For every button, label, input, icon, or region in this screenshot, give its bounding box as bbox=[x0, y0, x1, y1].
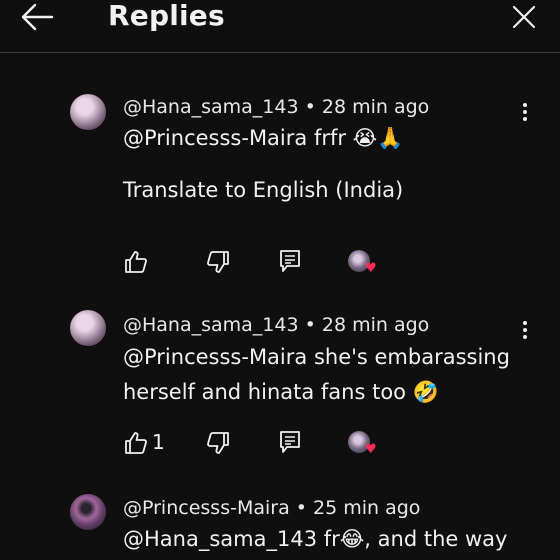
translate-link[interactable]: Translate to English (India) bbox=[123, 172, 403, 208]
heart-icon: ♥ bbox=[365, 261, 377, 276]
like-icon[interactable] bbox=[123, 249, 149, 275]
more-options-icon[interactable] bbox=[518, 319, 532, 341]
comment-text: @Hana_sama_143 fr😂, and the way bbox=[123, 527, 508, 551]
comment-meta[interactable]: @Hana_sama_143 • 28 min ago bbox=[123, 314, 429, 336]
comment-text: @Princesss-Maira she's embarassing bbox=[123, 345, 510, 369]
like-count: 1 bbox=[152, 430, 165, 454]
reply-icon[interactable] bbox=[277, 429, 303, 455]
like-icon[interactable] bbox=[123, 430, 149, 456]
replies-header: Replies bbox=[0, 0, 560, 53]
close-icon[interactable] bbox=[511, 4, 537, 30]
back-arrow-icon[interactable] bbox=[20, 2, 54, 32]
comment-text: @Princesss-Maira frfr 😭🙏 bbox=[123, 126, 404, 150]
page-title: Replies bbox=[108, 0, 225, 32]
heart-icon: ♥ bbox=[365, 442, 377, 457]
reply-icon[interactable] bbox=[277, 248, 303, 274]
more-options-icon[interactable] bbox=[518, 101, 532, 123]
comment-meta[interactable]: @Princesss-Maira • 25 min ago bbox=[123, 497, 420, 519]
comment-meta[interactable]: @Hana_sama_143 • 28 min ago bbox=[123, 96, 429, 118]
comment-text: herself and hinata fans too 🤣 bbox=[123, 380, 439, 404]
avatar[interactable] bbox=[70, 94, 106, 130]
dislike-icon[interactable] bbox=[205, 249, 231, 275]
avatar[interactable] bbox=[70, 310, 106, 346]
dislike-icon[interactable] bbox=[205, 430, 231, 456]
avatar[interactable] bbox=[70, 494, 106, 530]
